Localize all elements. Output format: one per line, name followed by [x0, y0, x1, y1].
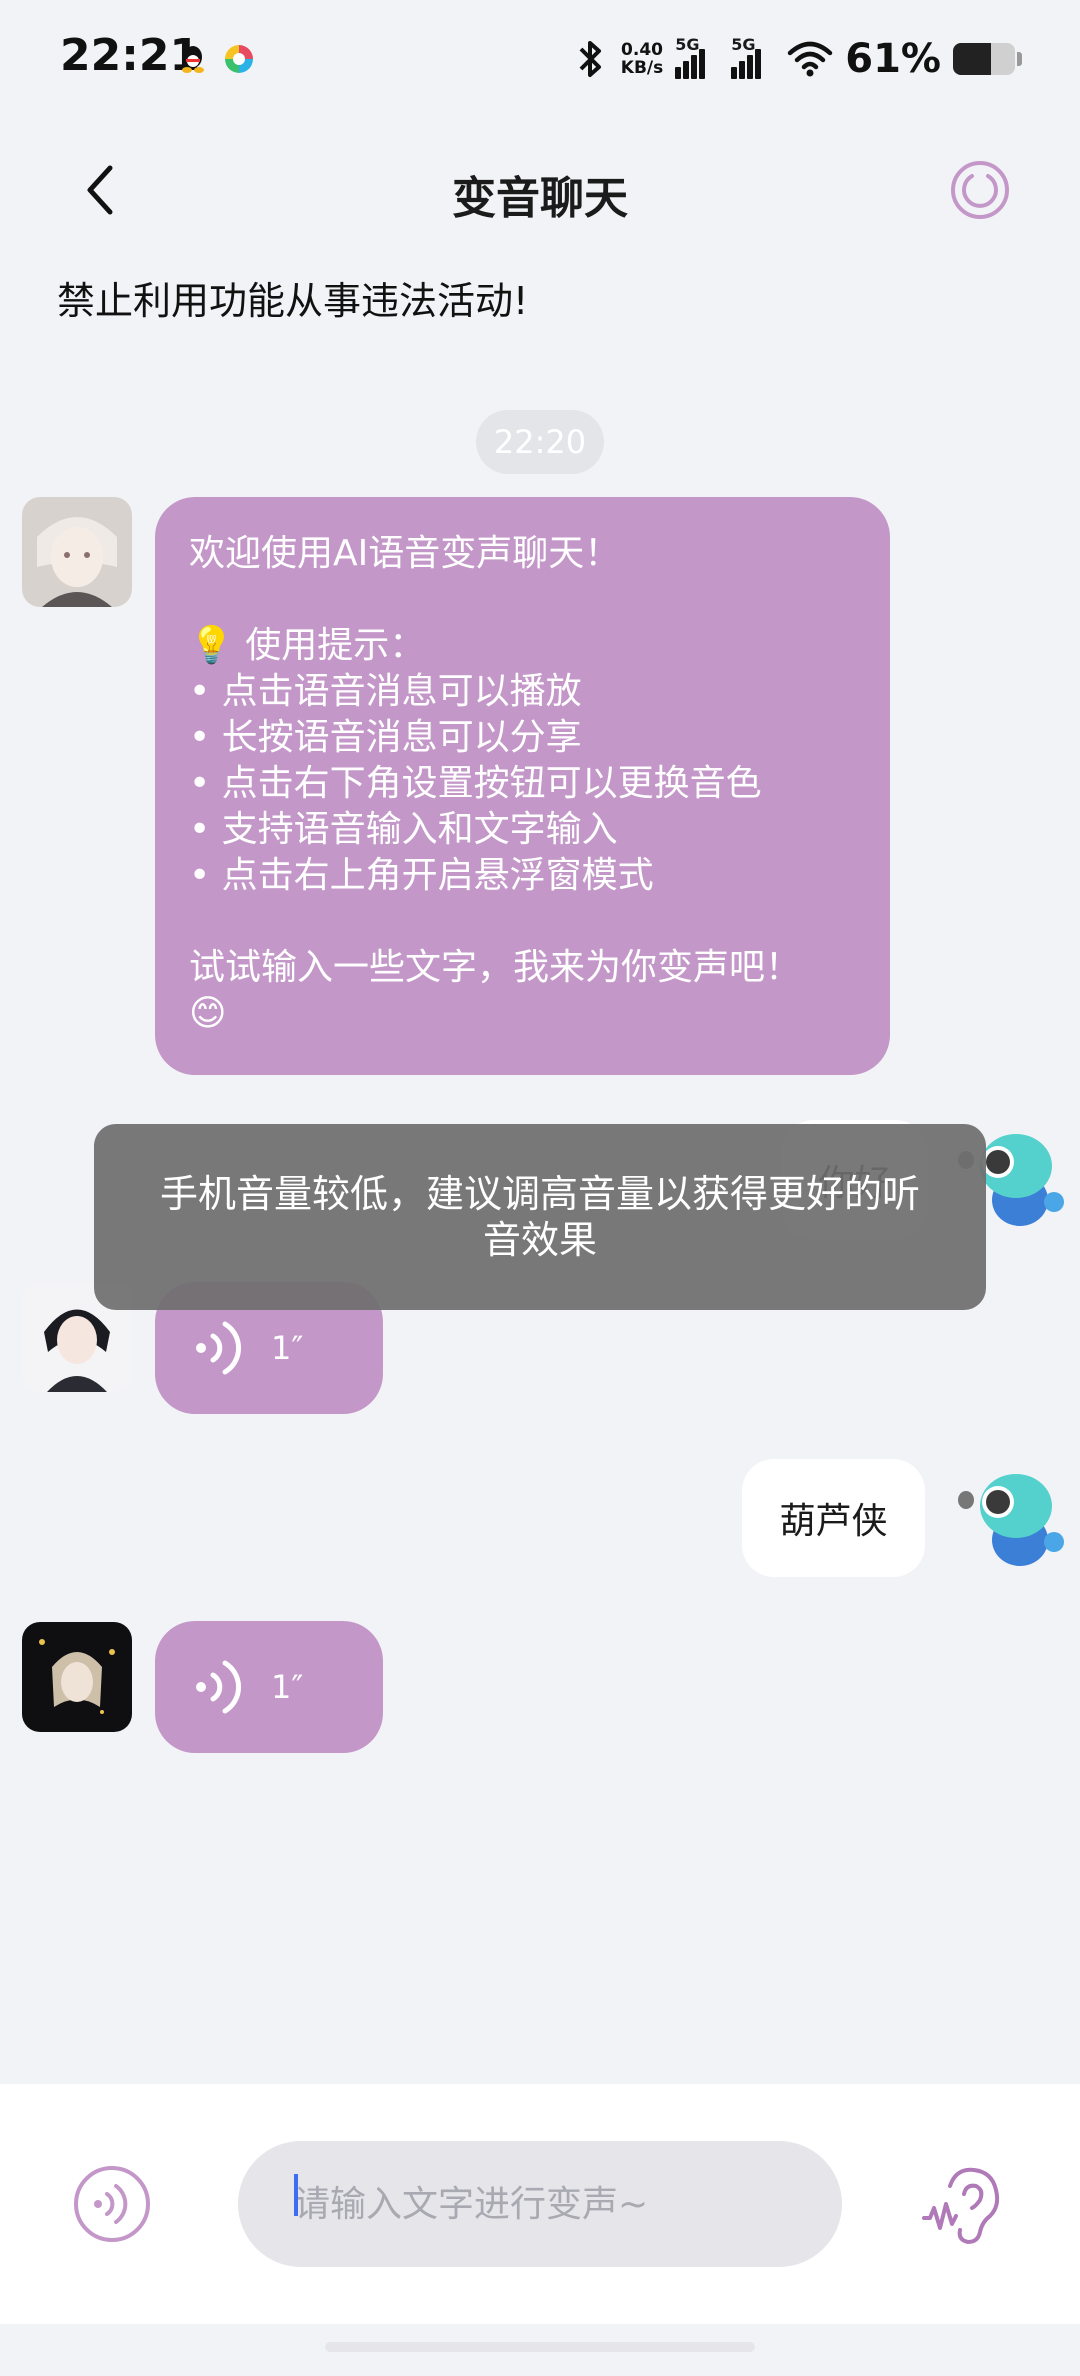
tip-item: • 点击右上角开启悬浮窗模式	[189, 855, 654, 896]
ear-settings-icon[interactable]	[920, 2160, 1010, 2250]
status-bar: 22:21 0.40 KB/s 5G 5G 61%	[0, 0, 1080, 120]
toast-text: 手机音量较低，建议调高音量以获得更好的听音效果	[159, 1172, 920, 1262]
app-header: 变音聊天	[0, 140, 1080, 240]
floating-window-icon[interactable]	[950, 160, 1010, 220]
tip-item: • 点击语音消息可以播放	[189, 671, 582, 712]
sim2-label: 5G	[731, 35, 756, 54]
avatar[interactable]	[22, 1622, 132, 1732]
tip-item: • 支持语音输入和文字输入	[189, 809, 618, 850]
chat-screen: 22:21 0.40 KB/s 5G 5G 61% 变音聊天 禁止利用功能从事违…	[0, 0, 1080, 2376]
wifi-icon	[788, 41, 833, 77]
dark-anime-avatar-icon	[22, 1622, 132, 1732]
input-bar	[0, 2084, 1080, 2324]
net-speed-unit: KB/s	[620, 58, 664, 78]
battery-percent: 61%	[845, 36, 941, 82]
voice-wave-icon	[196, 1660, 242, 1714]
tip-item: • 点击右下角设置按钮可以更换音色	[189, 763, 762, 804]
smile-emoji: 😊	[189, 993, 227, 1034]
welcome-message-bubble[interactable]: 欢迎使用AI语音变声聊天！ 💡 使用提示： • 点击语音消息可以播放 • 长按语…	[155, 497, 890, 1075]
home-indicator[interactable]	[325, 2342, 755, 2352]
page-title: 变音聊天	[452, 173, 628, 224]
text-caret	[294, 2174, 298, 2216]
legal-warning: 禁止利用功能从事违法活动!	[57, 279, 529, 323]
dinosaur-avatar-icon	[958, 1474, 1064, 1566]
bluetooth-icon	[579, 41, 601, 77]
battery-tip	[1017, 52, 1022, 66]
battery-icon	[953, 43, 1015, 75]
anime-avatar-icon	[22, 497, 132, 607]
welcome-closing: 试试输入一些文字，我来为你变声吧！	[189, 947, 802, 988]
net-speed-value: 0.40	[621, 40, 663, 60]
message-timestamp: 22:20	[476, 410, 604, 474]
signal-icon: 5G	[731, 35, 775, 79]
voice-input-icon[interactable]	[72, 2164, 152, 2244]
sim1-label: 5G	[675, 35, 700, 54]
status-right-group: 0.40 KB/s 5G 5G 61%	[573, 34, 1022, 84]
app-notification-icon	[225, 45, 253, 73]
voice-wave-icon	[196, 1321, 242, 1375]
avatar[interactable]	[22, 497, 132, 607]
tips-title: 💡 使用提示：	[189, 625, 426, 666]
user-avatar[interactable]	[958, 1462, 1068, 1572]
user-message-bubble[interactable]: 葫芦侠	[742, 1459, 925, 1577]
voice-duration: 1″	[271, 1668, 304, 1706]
volume-toast: 手机音量较低，建议调高音量以获得更好的听音效果	[94, 1124, 986, 1310]
welcome-greeting: 欢迎使用AI语音变声聊天！	[189, 533, 621, 574]
voice-duration: 1″	[271, 1329, 304, 1367]
qq-icon	[182, 46, 204, 73]
voice-message-bubble[interactable]: 1″	[155, 1621, 383, 1753]
net-speed: 0.40 KB/s	[621, 41, 663, 77]
text-input[interactable]	[238, 2141, 842, 2267]
signal-icon: 5G	[675, 35, 719, 79]
tip-item: • 长按语音消息可以分享	[189, 717, 582, 758]
user-message-text: 葫芦侠	[779, 1501, 888, 1542]
